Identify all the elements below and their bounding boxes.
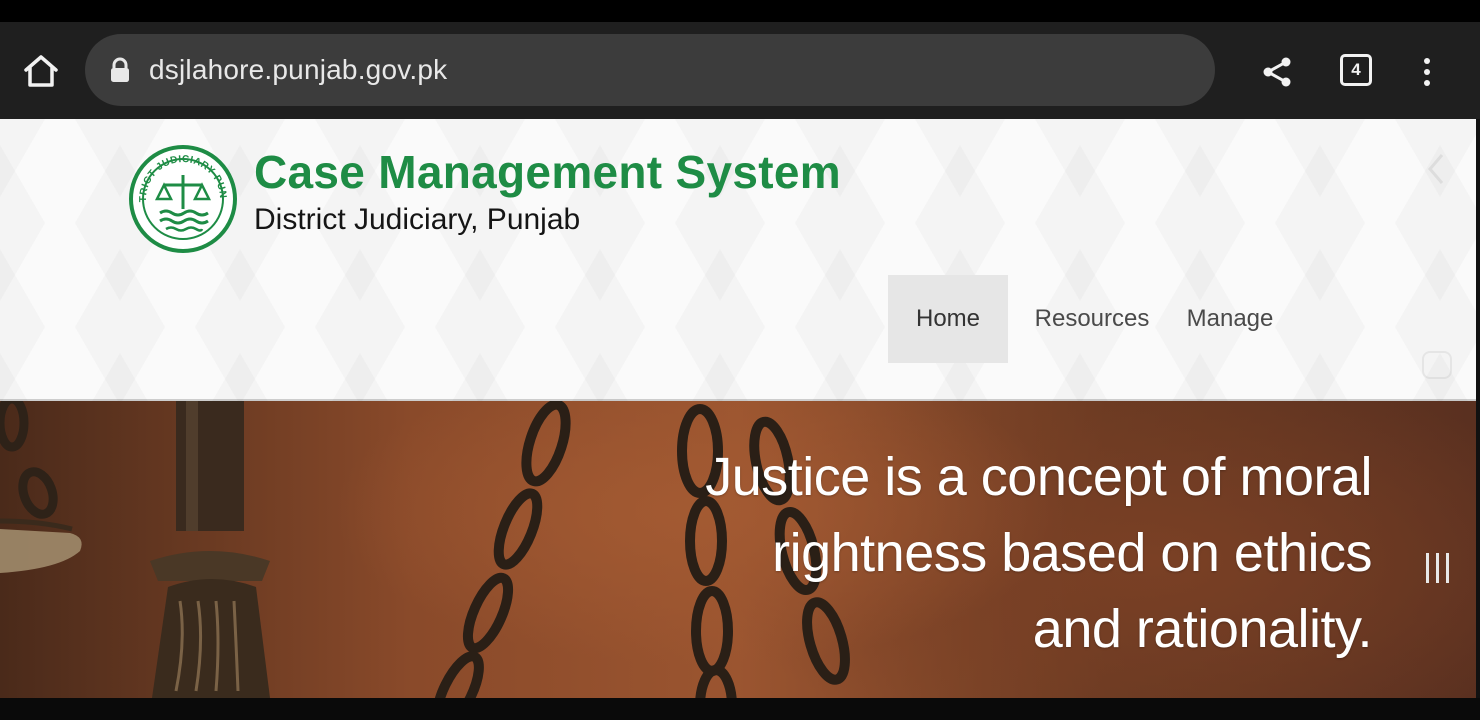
status-bar-strip xyxy=(0,0,1480,22)
carousel-indicator[interactable] xyxy=(1422,351,1452,379)
home-icon xyxy=(24,55,58,87)
carousel-pause-icon[interactable] xyxy=(1424,551,1452,585)
tab-switcher-button[interactable]: 4 xyxy=(1340,54,1372,86)
chevron-left-icon[interactable] xyxy=(1420,149,1450,189)
nav-item-manage[interactable]: Manage xyxy=(1176,275,1284,363)
hero-quote-line: rightness based on ethics xyxy=(772,523,1372,583)
more-options-button[interactable] xyxy=(1410,50,1444,94)
nav-item-resources[interactable]: Resources xyxy=(1008,275,1176,363)
hero-quote-line: and rationality. xyxy=(1032,599,1373,659)
hero-quote-line: Justice is a concept of moral xyxy=(705,447,1372,507)
home-button[interactable] xyxy=(18,50,64,92)
district-judiciary-logo[interactable]: DISTRICT JUDICIARY PUNJAB xyxy=(124,137,238,253)
share-icon xyxy=(1263,57,1291,87)
browser-toolbar: dsjlahore.punjab.gov.pk 4 xyxy=(0,22,1480,119)
lock-icon xyxy=(109,57,131,83)
hero-quote: Justice is a concept of moral rightness … xyxy=(572,439,1372,667)
site-title[interactable]: Case Management System xyxy=(254,145,841,199)
main-nav: Home Resources Manage xyxy=(888,275,1284,363)
navigation-bar-strip xyxy=(0,698,1480,720)
site-header: DISTRICT JUDICIARY PUNJAB Case Managemen… xyxy=(0,119,1476,401)
hero-banner: Justice is a concept of moral rightness … xyxy=(0,401,1476,698)
screen-edge xyxy=(1476,119,1480,698)
site-subtitle: District Judiciary, Punjab xyxy=(254,203,581,236)
url-text: dsjlahore.punjab.gov.pk xyxy=(149,54,448,85)
share-button[interactable] xyxy=(1255,50,1299,94)
nav-item-home[interactable]: Home xyxy=(888,275,1008,363)
address-bar[interactable]: dsjlahore.punjab.gov.pk xyxy=(85,34,1215,106)
more-vert-icon xyxy=(1424,58,1430,64)
